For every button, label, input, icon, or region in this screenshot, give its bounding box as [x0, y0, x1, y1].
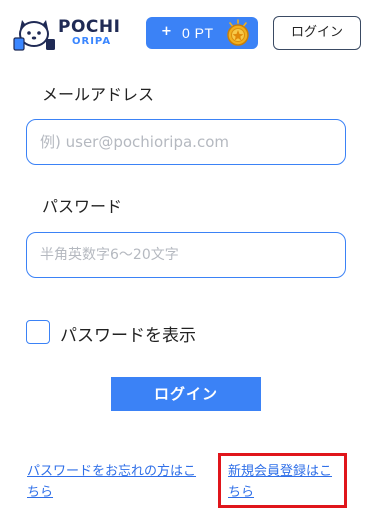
email-field[interactable] — [26, 119, 346, 165]
plus-label: + — [161, 24, 172, 39]
password-field[interactable] — [26, 232, 346, 278]
login-submit-button[interactable]: ログイン — [111, 377, 261, 411]
header-login-button[interactable]: ログイン — [273, 16, 361, 50]
email-label: メールアドレス — [42, 85, 155, 104]
points-button[interactable]: + 0 PT — [146, 17, 258, 49]
register-link-highlight — [218, 453, 347, 508]
logo-text-pochi: POCHI — [58, 17, 121, 37]
pochi-oripa-logo[interactable]: POCHI ORIPA — [12, 14, 122, 52]
coin-icon — [227, 19, 249, 46]
dog-mascot-icon — [13, 20, 55, 51]
show-password-checkbox[interactable] — [26, 320, 50, 344]
forgot-password-link[interactable]: パスワードをお忘れの方はこちら — [27, 461, 197, 503]
points-value: 0 PT — [182, 25, 214, 41]
header: POCHI ORIPA + 0 PT ログイン — [0, 0, 374, 68]
password-label: パスワード — [42, 197, 123, 216]
show-password-label[interactable]: パスワードを表示 — [60, 321, 196, 346]
logo-text-oripa: ORIPA — [72, 36, 112, 47]
